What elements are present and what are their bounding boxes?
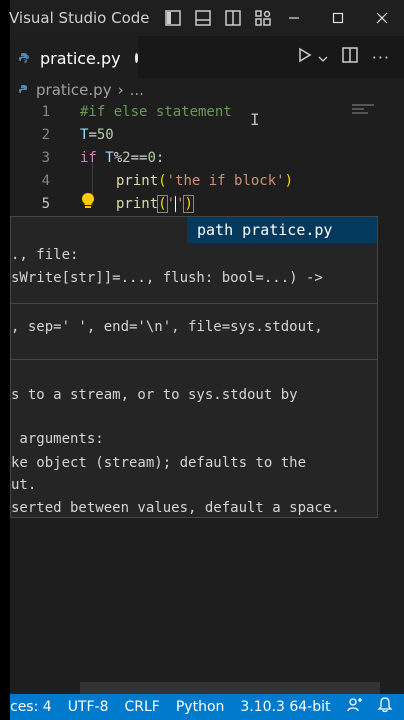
hover-line: ke object (stream); defaults to the	[11, 455, 307, 471]
breadcrumb-more[interactable]: ...	[130, 81, 144, 99]
mouse-ibeam-cursor-icon: I	[250, 110, 260, 129]
code-text: #if else statement	[80, 104, 232, 120]
breadcrumb-file[interactable]: pratice.py	[36, 81, 112, 99]
line-number: 5	[41, 196, 50, 212]
code-line[interactable]: 3 if T%2==0:	[10, 150, 404, 172]
code-text: print('')	[116, 195, 194, 213]
breadcrumb: pratice.py › ...	[10, 78, 404, 102]
hover-line: , sep=' ', end='\n', file=sys.stdout,	[11, 319, 323, 335]
python-file-icon	[18, 49, 30, 68]
code-line[interactable]: 4 print('the if block')	[10, 173, 404, 195]
token: print	[116, 196, 159, 212]
python-file-icon	[18, 81, 30, 100]
toggle-primary-sidebar-icon[interactable]	[164, 9, 182, 27]
token: 2	[122, 150, 131, 166]
left-edge	[0, 0, 10, 720]
token: ==	[130, 150, 148, 166]
window-title: Visual Studio Code	[9, 9, 150, 27]
run-icon[interactable]	[298, 47, 312, 67]
notifications-bell-icon[interactable]	[376, 697, 393, 717]
code-text: print('the if block')	[116, 173, 293, 189]
code-line[interactable]: 1 #if else statement	[10, 104, 404, 126]
toggle-secondary-sidebar-icon[interactable]	[224, 9, 242, 27]
hover-line: sWrite[str]]=..., flush: bool=...) ->	[11, 270, 323, 286]
status-encoding[interactable]: UTF-8	[68, 699, 109, 715]
hover-line: arguments:	[11, 431, 104, 447]
hover-widget[interactable]: path pratice.py ., file: sWrite[str]]=..…	[10, 216, 378, 518]
token: 'the if block'	[166, 173, 285, 189]
code-line[interactable]: 5 print('')	[10, 195, 404, 218]
status-indentation[interactable]: ces: 4	[10, 699, 52, 715]
customize-layout-icon[interactable]	[254, 9, 272, 27]
token: 0	[147, 150, 156, 166]
code-line[interactable]: 2 T=50	[10, 127, 404, 149]
hover-line: ut.	[11, 477, 37, 493]
token: '	[166, 196, 176, 212]
status-language[interactable]: Python	[176, 699, 225, 715]
tab-pratice-py[interactable]: pratice.py	[10, 36, 138, 79]
hover-separator	[11, 303, 377, 304]
status-bar: ces: 4 UTF-8 CRLF Python 3.10.3 64-bit	[10, 694, 404, 720]
hover-line: serted between values, default a space.	[11, 500, 340, 516]
hover-header: path pratice.py	[187, 217, 377, 243]
status-eol[interactable]: CRLF	[125, 699, 160, 715]
hover-line: s to a stream, or to sys.stdout by	[11, 387, 298, 403]
run-dropdown-chevron-icon[interactable]	[318, 48, 328, 67]
toggle-panel-icon[interactable]	[194, 9, 212, 27]
token: T	[96, 150, 114, 166]
hover-separator	[11, 359, 377, 360]
hover-header-text: path pratice.py	[197, 221, 333, 239]
feedback-icon[interactable]	[346, 697, 363, 717]
token: %	[113, 150, 123, 166]
token: =	[88, 127, 97, 143]
token: print	[116, 173, 159, 189]
split-editor-icon[interactable]	[341, 47, 358, 67]
minimize-icon[interactable]	[272, 0, 316, 36]
close-icon[interactable]	[360, 0, 404, 36]
token: if	[80, 150, 97, 166]
maximize-icon[interactable]	[316, 0, 360, 36]
tab-bar: pratice.py ···	[10, 36, 404, 79]
breadcrumb-chevron-icon: ›	[117, 81, 124, 99]
title-bar: Visual Studio Code	[9, 0, 404, 36]
status-interpreter[interactable]: 3.10.3 64-bit	[240, 699, 330, 715]
line-number: 3	[41, 150, 50, 166]
code-text: T=50	[80, 127, 114, 143]
token: 50	[96, 127, 114, 143]
token: )	[183, 195, 194, 213]
token: :	[155, 150, 165, 166]
more-actions-icon[interactable]: ···	[372, 48, 390, 67]
unsaved-dot-icon[interactable]	[134, 53, 138, 63]
horizontal-scrollbar[interactable]	[80, 682, 380, 694]
line-number: 2	[41, 127, 50, 143]
tab-label: pratice.py	[40, 48, 121, 68]
token: (	[158, 173, 167, 189]
line-number: 4	[41, 173, 50, 189]
line-number: 1	[41, 104, 50, 120]
token: (	[157, 195, 168, 213]
hover-line: ., file:	[11, 247, 79, 263]
token: )	[284, 173, 294, 189]
